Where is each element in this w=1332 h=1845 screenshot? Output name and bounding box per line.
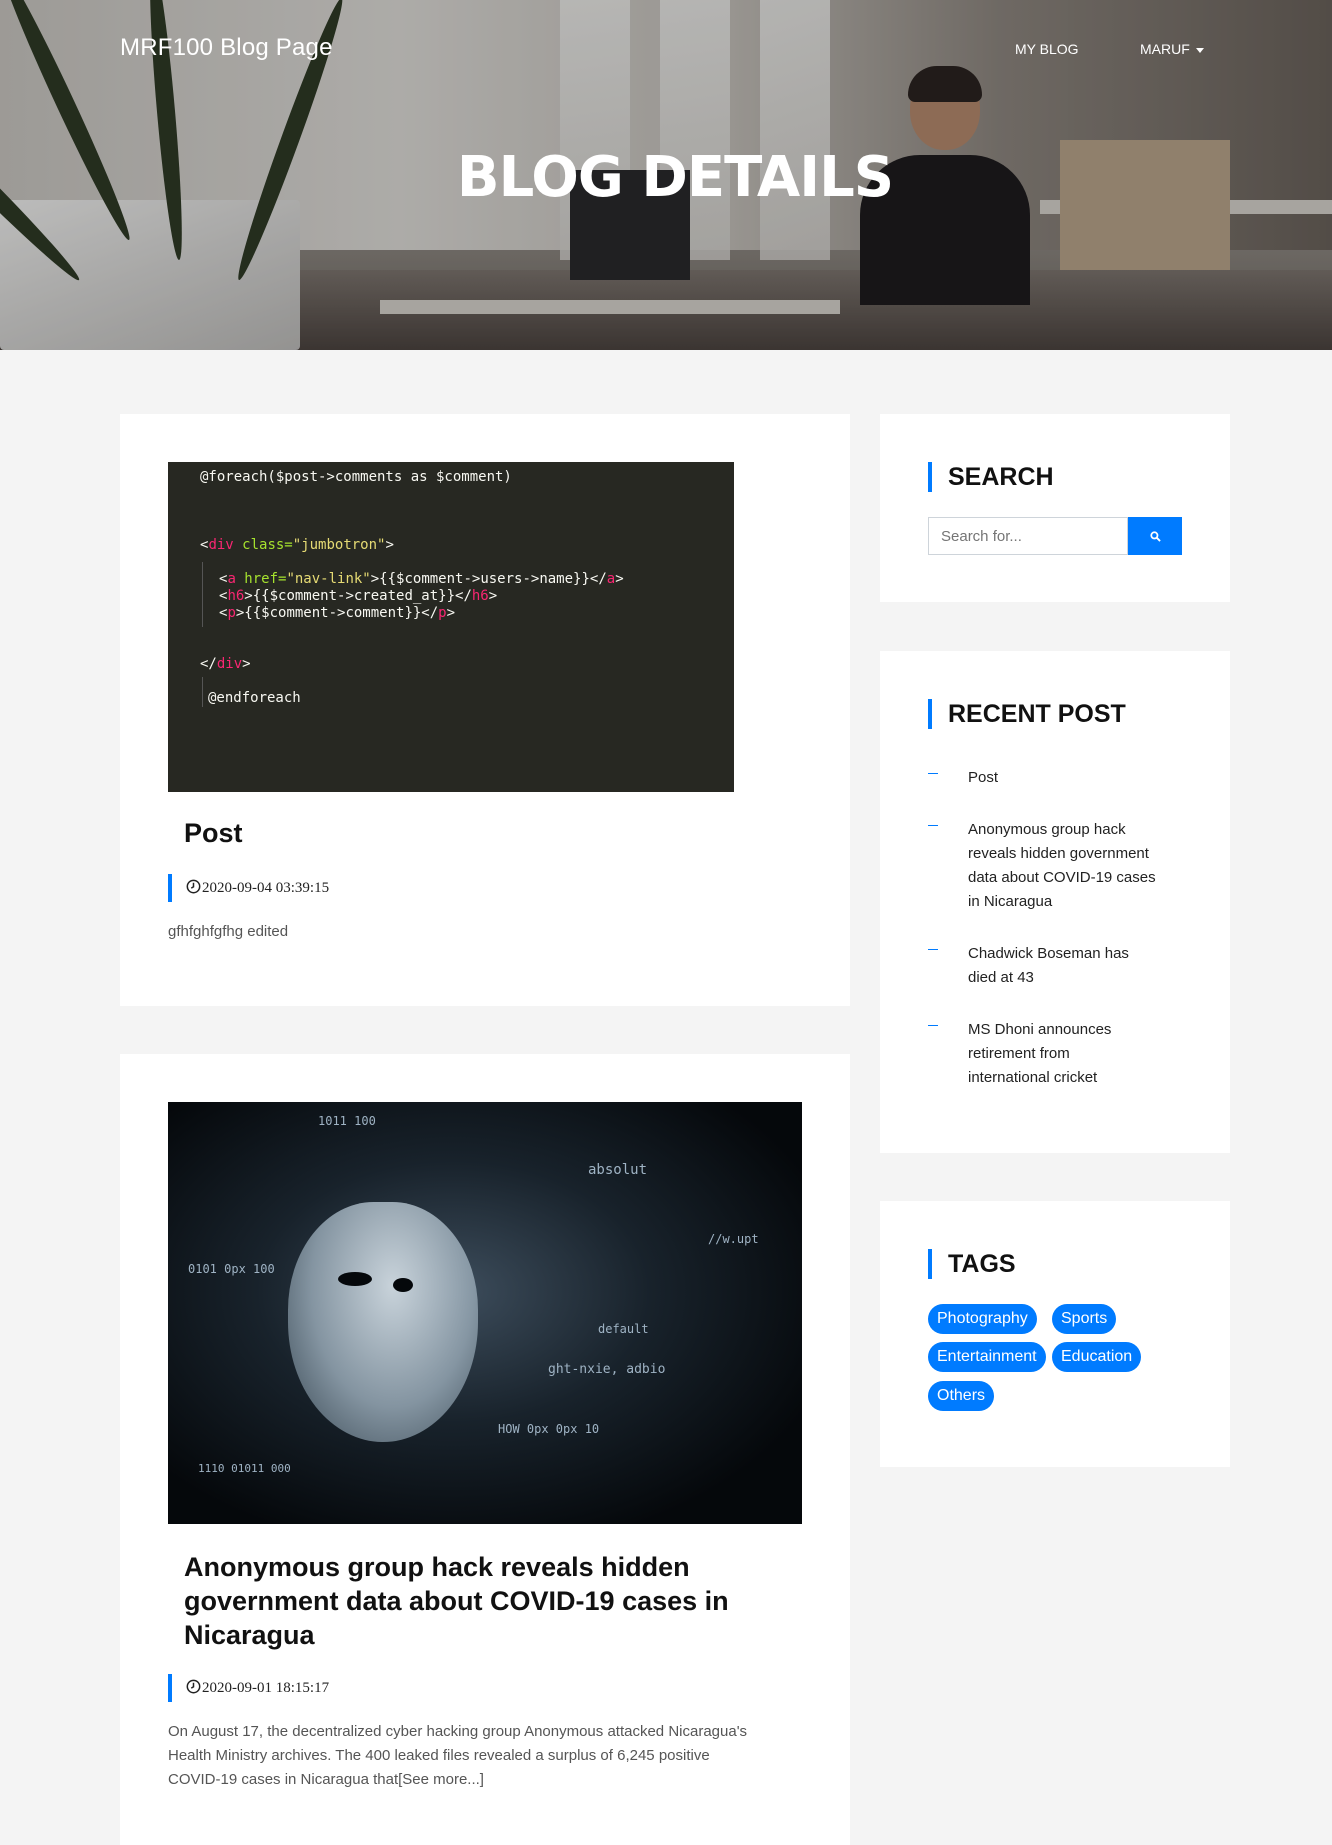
code-glyph: default bbox=[598, 1322, 649, 1336]
dash-icon bbox=[928, 825, 938, 826]
search-input[interactable] bbox=[928, 517, 1128, 555]
nav-user-label: MARUF bbox=[1140, 41, 1190, 57]
widget-title: TAGS bbox=[928, 1249, 1016, 1279]
brand-link[interactable]: MRF100 Blog Page bbox=[120, 34, 333, 62]
code-line: @endforeach bbox=[208, 690, 301, 706]
post-excerpt-line: On August 17, the decentralized cyber ha… bbox=[168, 1723, 748, 1740]
code-glyph: HOW 0px 0px 10 bbox=[498, 1422, 600, 1436]
code-glyph: absolut bbox=[588, 1162, 648, 1178]
nav-user-dropdown[interactable]: MARUF bbox=[1140, 41, 1204, 57]
tag-photography[interactable]: Photography bbox=[928, 1304, 1037, 1334]
tag-others[interactable]: Others bbox=[928, 1381, 995, 1411]
dash-icon bbox=[928, 949, 938, 950]
dash-icon bbox=[928, 1025, 938, 1026]
post-date-text: 2020-09-04 03:39:15 bbox=[202, 880, 330, 896]
post-image[interactable]: 1011 100 absolut //w.upt default ght-nxi… bbox=[168, 1102, 802, 1524]
recent-posts-widget: RECENT POST Post Anonymous group hack rev… bbox=[880, 651, 1230, 1153]
hero-banner: MRF100 Blog Page MY BLOG MARUF BLOG DETA… bbox=[0, 0, 1332, 350]
code-line: @foreach($post->comments as $comment) bbox=[200, 469, 512, 485]
post-card: @foreach($post->comments as $comment) <d… bbox=[120, 414, 850, 1006]
code-indent-guide bbox=[202, 562, 203, 627]
tag-education[interactable]: Education bbox=[1052, 1342, 1142, 1372]
tag-sports[interactable]: Sports bbox=[1052, 1304, 1117, 1334]
code-line: <div class="jumbotron"> bbox=[200, 537, 394, 553]
post-date: 2020-09-01 18:15:17 bbox=[168, 1674, 329, 1702]
recent-post-link[interactable]: Chadwick Boseman has died at 43 bbox=[968, 942, 1178, 990]
post-title-line: Nicaragua bbox=[184, 1620, 315, 1650]
widget-title: SEARCH bbox=[928, 462, 1054, 492]
post-card: 1011 100 absolut //w.upt default ght-nxi… bbox=[120, 1054, 850, 1845]
code-glyph: 1110 01011 000 bbox=[198, 1462, 291, 1475]
code-glyph: 1011 100 bbox=[318, 1114, 376, 1128]
clock-icon bbox=[186, 879, 201, 894]
post-title-line: Anonymous group hack reveals hidden bbox=[184, 1552, 690, 1582]
post-excerpt: On August 17, the decentralized cyber ha… bbox=[168, 1720, 808, 1792]
widget-title: RECENT POST bbox=[928, 699, 1126, 729]
search-icon bbox=[1149, 530, 1161, 542]
search-button[interactable] bbox=[1128, 517, 1182, 555]
post-date: 2020-09-04 03:39:15 bbox=[168, 874, 329, 902]
code-glyph: 0101 0px 100 bbox=[188, 1262, 275, 1276]
nav-my-blog[interactable]: MY BLOG bbox=[1015, 41, 1079, 57]
code-glyph: //w.upt bbox=[708, 1232, 759, 1246]
post-excerpt-line: COVID-19 cases in Nicaragua that[See mor… bbox=[168, 1771, 484, 1788]
tag-entertainment[interactable]: Entertainment bbox=[928, 1342, 1046, 1372]
mask-eye bbox=[393, 1278, 413, 1292]
code-line: <a href="nav-link">{{$comment->users->na… bbox=[219, 571, 624, 587]
page-title: BLOG DETAILS bbox=[456, 145, 894, 210]
post-title[interactable]: Anonymous group hack reveals hidden gove… bbox=[184, 1550, 784, 1652]
post-title[interactable]: Post bbox=[184, 816, 243, 850]
recent-post-link[interactable]: MS Dhoni announces retirement from interna… bbox=[968, 1018, 1178, 1090]
tags-widget: TAGS Photography Sports Entertainment Ed… bbox=[880, 1201, 1230, 1467]
code-line: </div> bbox=[200, 656, 251, 672]
anonymous-mask bbox=[288, 1202, 478, 1442]
post-title-line: government data about COVID-19 cases in bbox=[184, 1586, 729, 1616]
post-excerpt: gfhfghfgfhg edited bbox=[168, 923, 289, 940]
post-excerpt-line: Health Ministry archives. The 400 leaked… bbox=[168, 1747, 710, 1764]
recent-post-link[interactable]: Post bbox=[968, 766, 1178, 790]
caret-down-icon bbox=[1195, 47, 1204, 53]
clock-icon bbox=[186, 1679, 201, 1694]
post-code-image[interactable]: @foreach($post->comments as $comment) <d… bbox=[168, 462, 734, 792]
code-glyph: ght-nxie, adbio bbox=[548, 1362, 666, 1377]
code-line: <p>{{$comment->comment}}</p> bbox=[219, 605, 456, 621]
mask-eye bbox=[338, 1272, 372, 1286]
dash-icon bbox=[928, 773, 938, 774]
code-line: <h6>{{$comment->created_at}}</h6> bbox=[219, 588, 498, 604]
recent-post-link[interactable]: Anonymous group hack reveals hidden gover… bbox=[968, 818, 1178, 914]
search-widget: SEARCH bbox=[880, 414, 1230, 602]
code-indent-guide bbox=[202, 677, 203, 707]
post-date-text: 2020-09-01 18:15:17 bbox=[202, 1680, 330, 1696]
